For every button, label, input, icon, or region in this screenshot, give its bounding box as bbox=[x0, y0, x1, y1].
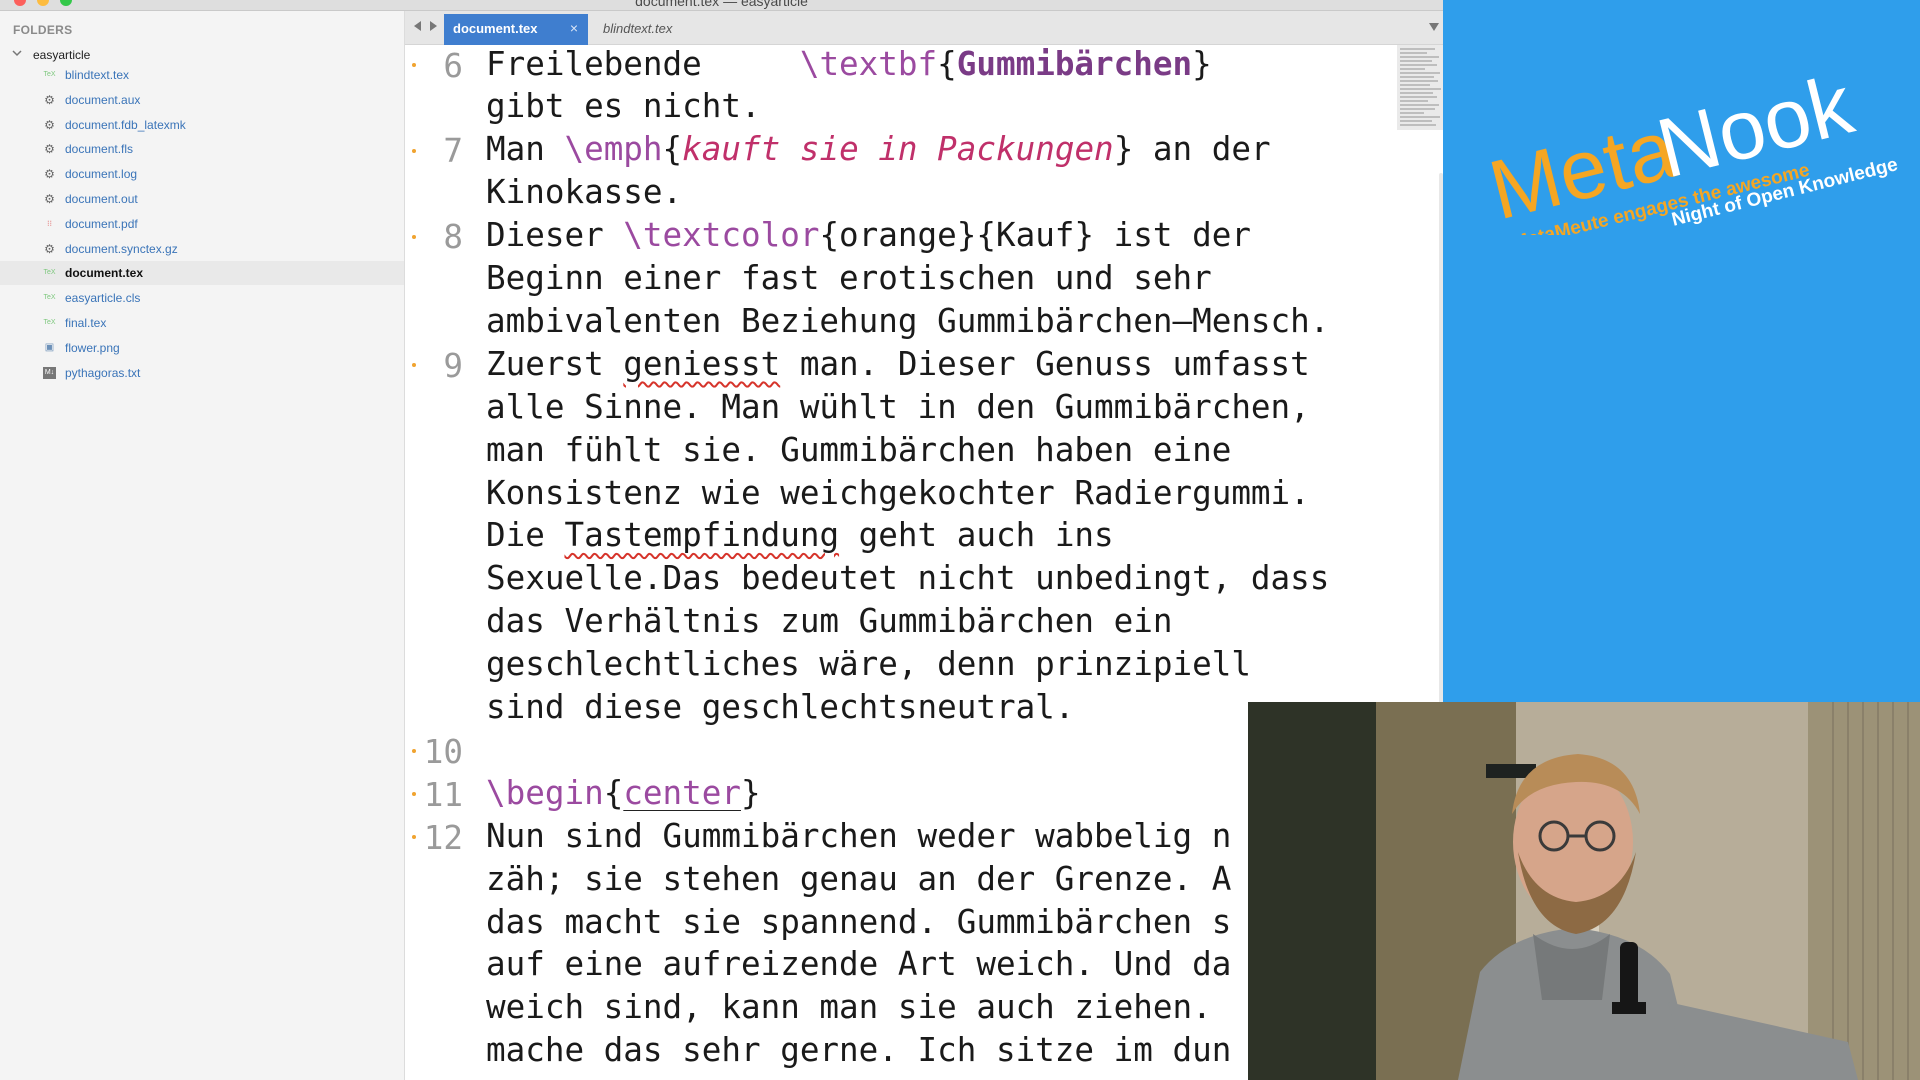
nav-back-icon[interactable] bbox=[414, 21, 421, 31]
minimap[interactable] bbox=[1397, 45, 1443, 130]
close-tab-icon[interactable]: × bbox=[570, 20, 578, 36]
code-line: zäh; sie stehen genau an der Grenze. A bbox=[486, 859, 1232, 898]
file-label: flower.png bbox=[65, 340, 120, 355]
file-item[interactable]: TeX blindtext.tex bbox=[0, 63, 404, 87]
file-label: document.log bbox=[65, 167, 138, 182]
gear-icon: ⚙ bbox=[44, 142, 55, 157]
code-line: man fühlt sie. Gummibärchen haben eine bbox=[486, 430, 1232, 469]
file-label: document.pdf bbox=[65, 216, 138, 231]
tex-file-icon: TeX bbox=[43, 269, 56, 277]
file-item[interactable]: ⚙ document.aux bbox=[0, 88, 404, 112]
file-label: easyarticle.cls bbox=[65, 291, 141, 306]
file-item[interactable]: ⁝⁝ document.pdf bbox=[0, 212, 404, 236]
file-item[interactable]: ⚙ document.out bbox=[0, 187, 404, 211]
gear-icon: ⚙ bbox=[44, 192, 55, 206]
tex-file-icon: TeX bbox=[43, 319, 56, 326]
sidebar: FOLDERS easyarticle TeX blindtext.tex ⚙ doc… bbox=[0, 11, 405, 1080]
file-label: document.aux bbox=[65, 92, 141, 107]
code-line: alle Sinne. Man wühlt in den Gummibärche… bbox=[486, 387, 1310, 426]
tab-list-dropdown-icon[interactable] bbox=[1429, 23, 1439, 31]
markdown-file-icon: M↓ bbox=[43, 366, 56, 379]
file-item[interactable]: M↓ pythagoras.txt bbox=[0, 361, 404, 385]
gear-icon: ⚙ bbox=[44, 167, 55, 182]
folder-label: easyarticle bbox=[33, 48, 91, 62]
presenter-photo bbox=[1248, 702, 1920, 1080]
image-file-icon: ▣ bbox=[44, 341, 55, 353]
file-label: document.tex bbox=[65, 266, 144, 281]
code-line: mache das sehr gerne. Ich sitze im dun bbox=[486, 1031, 1232, 1070]
webcam-feed bbox=[1248, 702, 1920, 1080]
gear-icon: ⚙ bbox=[44, 92, 55, 107]
code-line: geschlechtliches wäre, denn prinzipiell bbox=[486, 645, 1251, 684]
file-item[interactable]: ⚙ document.synctex.gz bbox=[0, 237, 404, 261]
code-line: Kinokasse. bbox=[486, 173, 683, 212]
file-label: blindtext.tex bbox=[65, 68, 130, 82]
pdf-file-icon: ⁝⁝ bbox=[46, 218, 53, 228]
tab-document-tex[interactable]: document.tex × bbox=[444, 14, 588, 45]
file-label: document.out bbox=[65, 192, 138, 206]
tab-label: document.tex bbox=[453, 21, 538, 36]
tab-bar: document.tex × blindtext.tex bbox=[405, 11, 1443, 45]
code-line: Sexuelle.Das bedeutet nicht unbedingt, d… bbox=[486, 559, 1330, 598]
code-line: \begin{center} bbox=[486, 773, 761, 812]
window-titlebar: document.tex — easyarticle bbox=[0, 0, 1443, 11]
tex-file-icon: TeX bbox=[43, 71, 56, 78]
code-line: Freilebende \textbf{Gummibärchen} bbox=[486, 45, 1212, 83]
gear-icon: ⚙ bbox=[44, 241, 55, 256]
file-label: document.fls bbox=[65, 142, 134, 157]
file-item[interactable]: TeX easyarticle.cls bbox=[0, 286, 404, 310]
code-line: auf eine aufreizende Art weich. Und da bbox=[486, 945, 1232, 984]
file-item[interactable]: ⚙ document.fdb_latexmk bbox=[0, 113, 404, 137]
metanook-logo: Meta Nook MetaMeute engages the awesome … bbox=[1480, 57, 1900, 235]
code-line: das Verhältnis zum Gummibärchen ein bbox=[486, 602, 1173, 641]
change-marker-icon bbox=[412, 148, 416, 153]
change-marker-icon bbox=[412, 63, 416, 67]
code-line: Die Tastempfindung geht auch ins bbox=[486, 516, 1114, 555]
file-item[interactable]: ⚙ document.fls bbox=[0, 137, 404, 161]
change-marker-icon bbox=[412, 234, 416, 239]
tex-file-icon: TeX bbox=[43, 294, 56, 302]
file-item[interactable]: ⚙ document.log bbox=[0, 162, 404, 186]
code-line: Man \emph{kauft sie in Packungen} an der bbox=[486, 130, 1271, 169]
file-label: document.fdb_latexmk bbox=[65, 117, 186, 132]
window-title: document.tex — easyarticle bbox=[635, 0, 808, 9]
file-label: pythagoras.txt bbox=[65, 365, 141, 380]
tab-label: blindtext.tex bbox=[603, 21, 673, 36]
code-line: Dieser \textcolor{orange}{Kauf} ist der bbox=[486, 216, 1251, 255]
code-line: ambivalenten Beziehung Gummibärchen–Mens… bbox=[486, 301, 1330, 340]
file-item[interactable]: TeX document.tex bbox=[0, 261, 404, 286]
chevron-down-icon[interactable] bbox=[12, 48, 22, 58]
code-line: sind diese geschlechtsneutral. bbox=[486, 688, 1075, 727]
tab-blindtext-tex[interactable]: blindtext.tex bbox=[597, 14, 777, 45]
metanook-brand-panel: Meta Nook MetaMeute engages the awesome … bbox=[1443, 0, 1920, 702]
file-item[interactable]: ▣ flower.png bbox=[0, 336, 404, 360]
code-line: Beginn einer fast erotischen und sehr bbox=[486, 259, 1212, 298]
code-line: gibt es nicht. bbox=[486, 87, 761, 126]
code-line: weich sind, kann man sie auch ziehen. bbox=[486, 988, 1212, 1027]
nav-forward-icon[interactable] bbox=[430, 21, 437, 31]
file-label: final.tex bbox=[65, 316, 107, 330]
file-item[interactable]: TeX final.tex bbox=[0, 311, 404, 335]
code-line: Nun sind Gummibärchen weder wabbelig n bbox=[486, 816, 1232, 855]
code-line: Zuerst geniesst man. Dieser Genuss umfas… bbox=[486, 344, 1310, 383]
folders-header: FOLDERS bbox=[13, 23, 73, 37]
file-label: document.synctex.gz bbox=[65, 241, 178, 256]
gear-icon: ⚙ bbox=[44, 117, 55, 132]
code-line: Konsistenz wie weichgekochter Radiergumm… bbox=[486, 473, 1310, 512]
code-line: das macht sie spannend. Gummibärchen s bbox=[486, 902, 1232, 941]
